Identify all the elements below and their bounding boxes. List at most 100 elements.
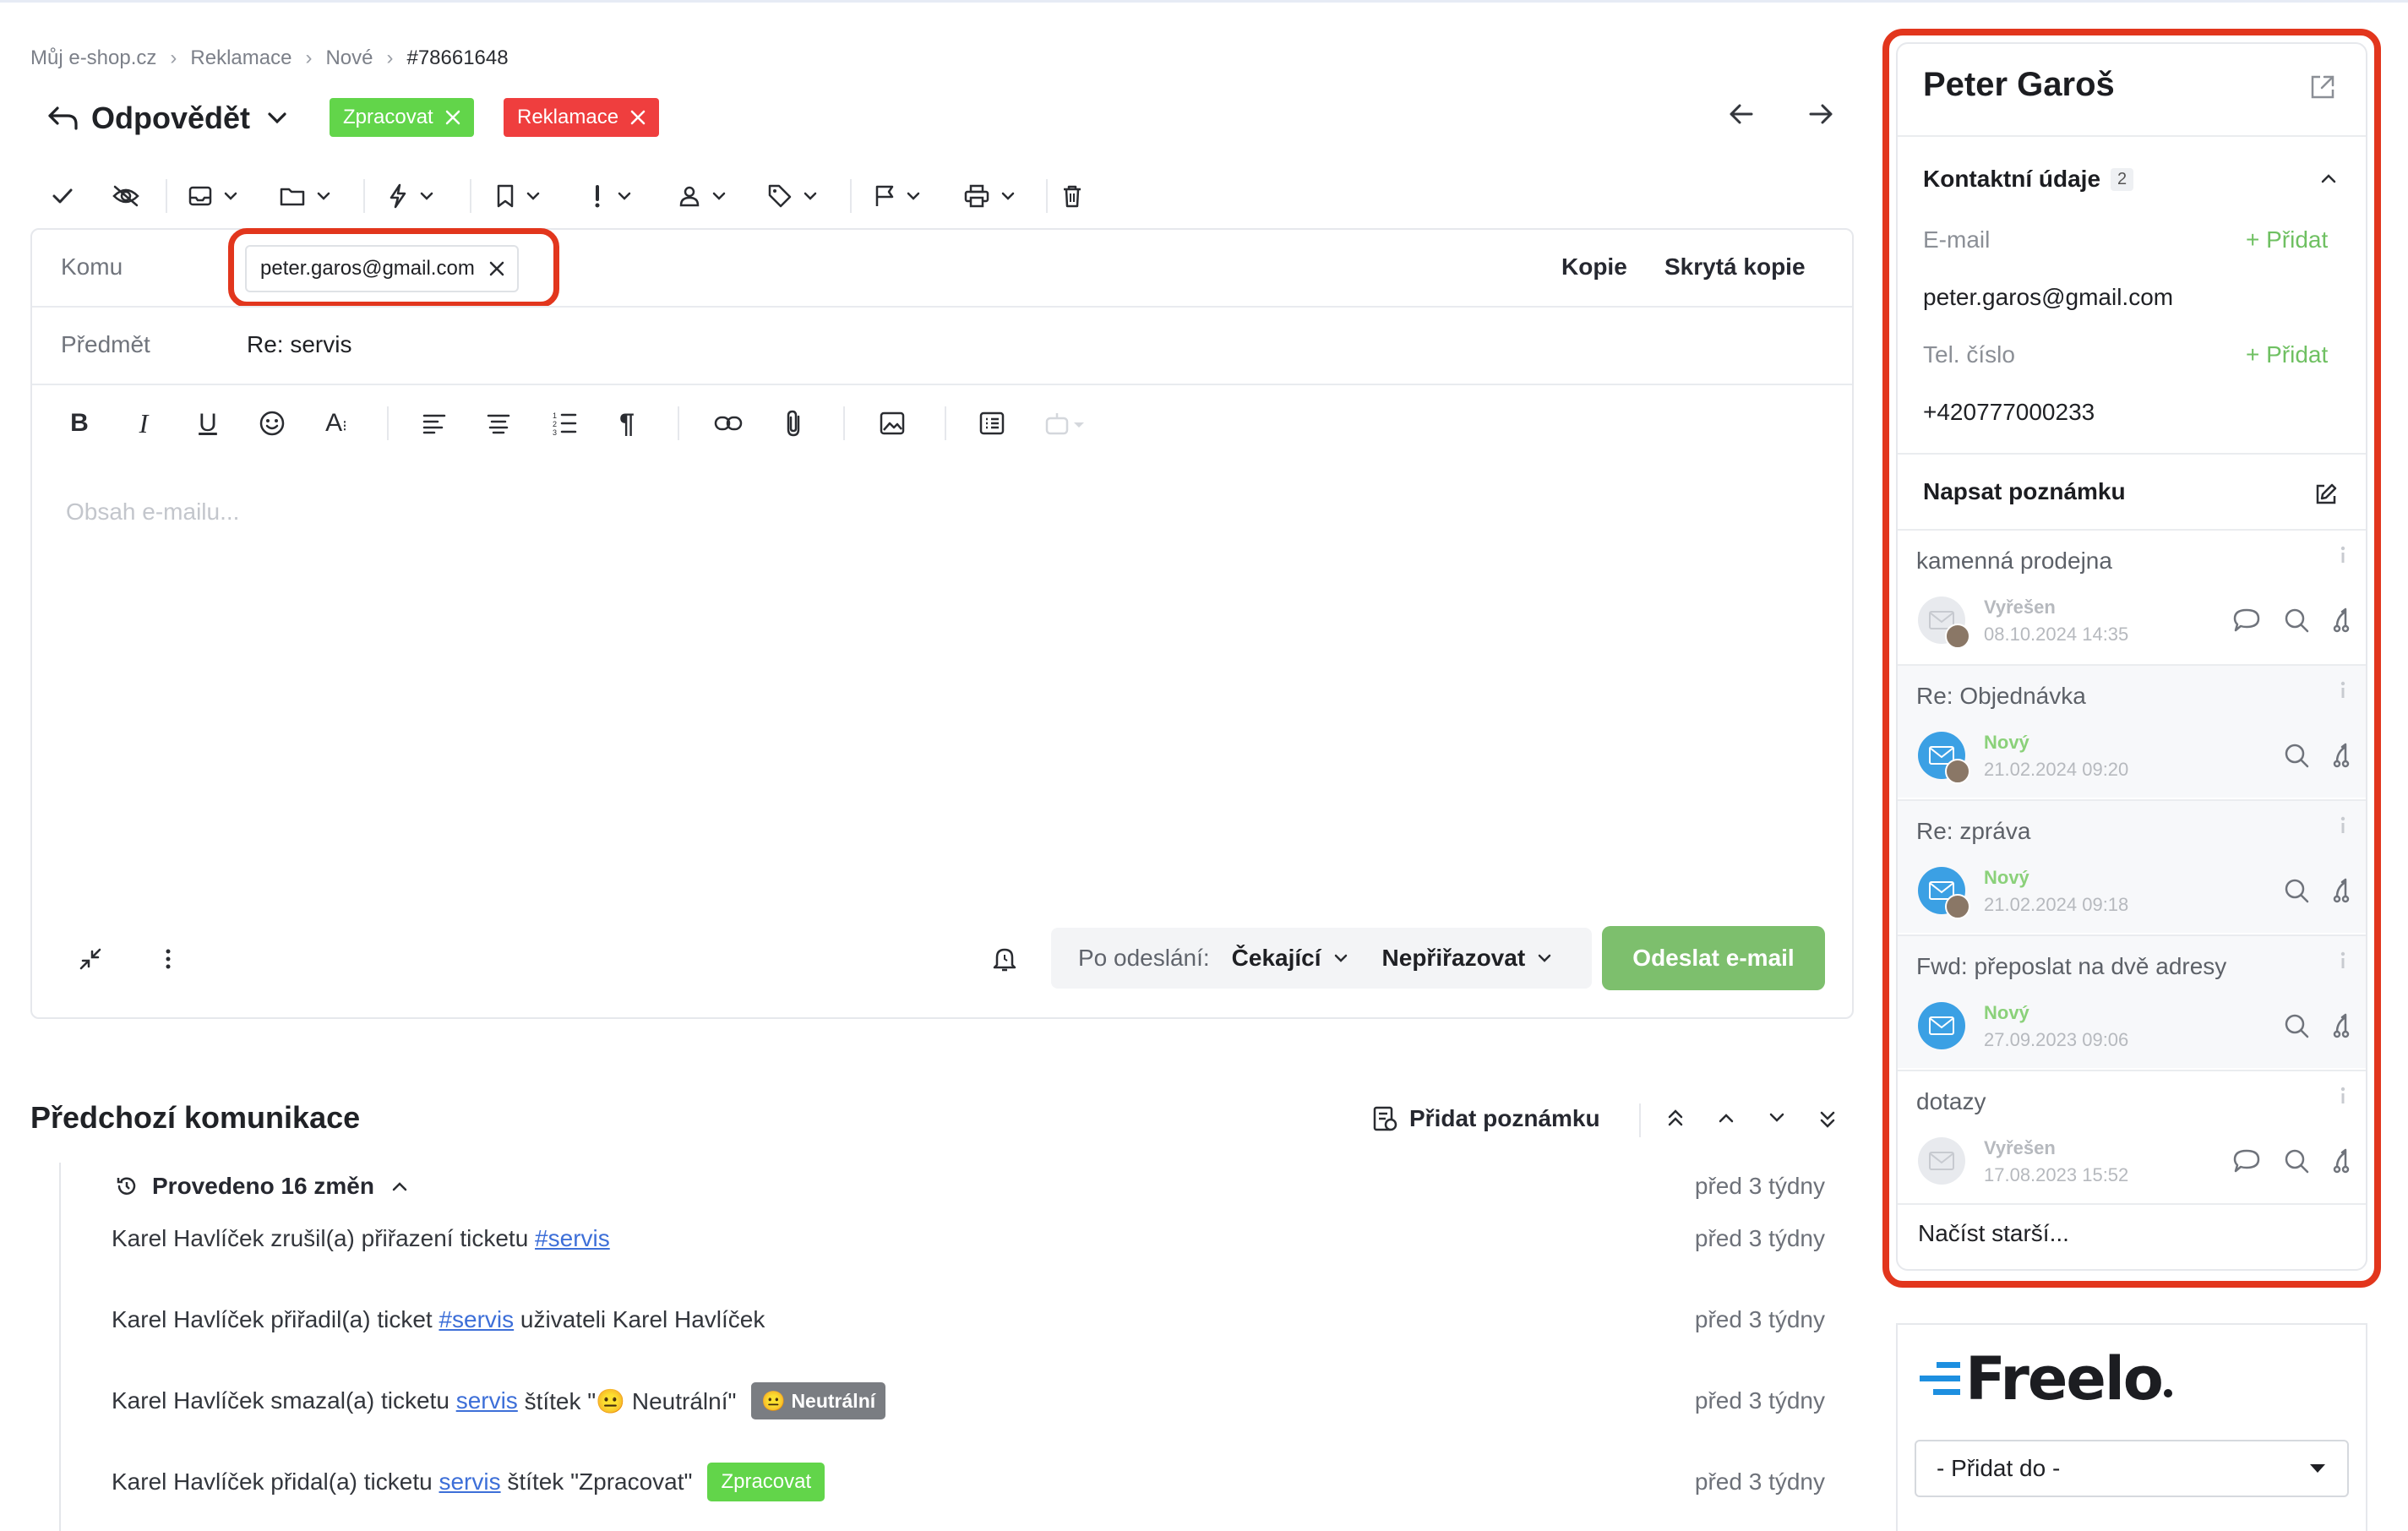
cc-button[interactable]: Kopie: [1561, 253, 1627, 281]
mark-done-button[interactable]: [51, 177, 74, 215]
collapse-all-icon[interactable]: [1666, 1107, 1685, 1131]
align-left-button[interactable]: [416, 402, 453, 444]
ai-assistant-button[interactable]: [1041, 402, 1092, 444]
freelo-add-select[interactable]: - Přidat do -: [1915, 1440, 2349, 1497]
write-note-button[interactable]: Napsat poznámku: [1923, 478, 2126, 505]
info-icon[interactable]: [2339, 1087, 2347, 1105]
previous-ticket-arrow-icon[interactable]: [1729, 103, 1754, 125]
bcc-button[interactable]: Skrytá kopie: [1664, 253, 1806, 281]
changes-toggle[interactable]: Provedeno 16 změn: [115, 1169, 408, 1203]
tag-reklamace[interactable]: Reklamace: [504, 98, 660, 137]
ticket-item[interactable]: Re: zpráva Nový 21.02.2024 09:18: [1898, 799, 2366, 933]
load-older-button[interactable]: Načíst starší...: [1918, 1220, 2069, 1247]
add-phone-button[interactable]: + Přidat: [2246, 341, 2328, 368]
chevron-up-icon[interactable]: [1717, 1109, 1735, 1127]
assign-dropdown[interactable]: Nepřiřazovat: [1382, 945, 1553, 972]
numbered-list-button[interactable]: 123: [546, 402, 583, 444]
info-icon[interactable]: [2339, 546, 2347, 564]
delete-button[interactable]: [1061, 177, 1083, 215]
entry-time: před 3 týdny: [1694, 1225, 1825, 1251]
search-icon[interactable]: [2283, 1012, 2310, 1039]
bookmark-dropdown[interactable]: [495, 177, 541, 215]
collapse-editor-icon[interactable]: [76, 945, 105, 973]
reply-label: Odpovědět: [91, 101, 251, 135]
search-icon[interactable]: [2283, 877, 2310, 904]
expand-all-icon[interactable]: [1818, 1107, 1837, 1131]
email-value[interactable]: peter.garos@gmail.com: [1923, 284, 2173, 311]
merge-icon[interactable]: [2332, 877, 2351, 904]
phone-value[interactable]: +420777000233: [1923, 399, 2095, 426]
ticket-item[interactable]: Re: Objednávka Nový 21.02.2024 09:20: [1898, 664, 2366, 798]
underline-button[interactable]: U: [189, 402, 226, 444]
emoji-button[interactable]: [253, 402, 291, 444]
print-dropdown[interactable]: [963, 177, 1016, 215]
add-note-button[interactable]: Přidat poznámku: [1372, 1100, 1600, 1137]
merge-icon[interactable]: [2332, 742, 2351, 769]
edit-note-icon[interactable]: [2313, 482, 2339, 507]
search-icon[interactable]: [2283, 742, 2310, 769]
ticket-link[interactable]: servis: [439, 1468, 500, 1496]
search-icon[interactable]: [2283, 607, 2310, 634]
merge-icon[interactable]: [2332, 1147, 2351, 1174]
add-email-button[interactable]: + Přidat: [2246, 226, 2328, 253]
automation-dropdown[interactable]: [387, 177, 434, 215]
insert-image-button[interactable]: [874, 402, 911, 444]
svg-text:2: 2: [553, 420, 557, 428]
font-size-button[interactable]: A⁝: [318, 402, 355, 444]
tags-dropdown[interactable]: [767, 177, 818, 215]
freelo-select-value: - Přidat do -: [1937, 1455, 2061, 1481]
template-button[interactable]: [973, 402, 1011, 444]
reply-dropdown[interactable]: Odpovědět: [47, 95, 287, 142]
reminder-bell-icon[interactable]: [992, 945, 1017, 973]
assignee-dropdown[interactable]: [678, 177, 727, 215]
search-icon[interactable]: [2283, 1147, 2310, 1174]
chevron-up-icon[interactable]: [2320, 172, 2337, 184]
link-button[interactable]: [710, 402, 747, 444]
email-body-editor[interactable]: Obsah e-mailu...: [66, 499, 239, 526]
info-icon[interactable]: [2339, 681, 2347, 700]
folder-dropdown[interactable]: [279, 177, 331, 215]
breadcrumb-item[interactable]: Nové: [325, 46, 373, 70]
bold-button[interactable]: B: [61, 402, 98, 444]
exclamation-icon: [591, 183, 603, 209]
paragraph-button[interactable]: ¶: [608, 402, 646, 444]
more-options-icon[interactable]: [162, 945, 174, 973]
after-send-status-dropdown[interactable]: Čekající: [1232, 945, 1348, 972]
align-center-button[interactable]: [480, 402, 517, 444]
subject-input[interactable]: Re: servis: [247, 331, 351, 358]
hide-button[interactable]: [112, 177, 140, 215]
italic-button[interactable]: I: [125, 402, 162, 444]
ticket-link[interactable]: servis: [456, 1387, 518, 1414]
inbox-dropdown[interactable]: [188, 177, 238, 215]
send-email-button[interactable]: Odeslat e-mail: [1602, 926, 1825, 990]
open-external-icon[interactable]: [2308, 73, 2337, 101]
merge-icon[interactable]: [2332, 1012, 2351, 1039]
remove-recipient-icon[interactable]: [488, 260, 505, 277]
breadcrumb-item[interactable]: Reklamace: [190, 46, 291, 70]
contact-details-toggle[interactable]: Kontaktní údaje 2: [1923, 166, 2134, 193]
info-icon[interactable]: [2339, 951, 2347, 970]
recipient-chip[interactable]: peter.garos@gmail.com: [245, 245, 519, 292]
priority-dropdown[interactable]: [591, 177, 632, 215]
next-ticket-arrow-icon[interactable]: [1808, 103, 1833, 125]
ticket-item[interactable]: kamenná prodejna Vyřešen 08.10.2024 14:3…: [1898, 529, 2366, 662]
comment-icon[interactable]: [2232, 607, 2261, 634]
remove-tag-icon[interactable]: [630, 110, 646, 125]
ticket-status: Vyřešen: [1984, 1137, 2056, 1158]
attachment-button[interactable]: [776, 402, 813, 444]
chevron-down-icon: [906, 191, 921, 201]
info-icon[interactable]: [2339, 816, 2347, 835]
ticket-link[interactable]: #servis: [535, 1225, 610, 1252]
tag-zpracovat[interactable]: Zpracovat: [330, 98, 474, 137]
flag-dropdown[interactable]: [874, 177, 921, 215]
remove-tag-icon[interactable]: [445, 110, 460, 125]
breadcrumb-item[interactable]: Můj e-shop.cz: [30, 46, 156, 70]
ticket-item[interactable]: dotazy Vyřešen 17.08.2023 15:52: [1898, 1070, 2366, 1203]
ticket-link[interactable]: #servis: [439, 1306, 514, 1333]
merge-icon[interactable]: [2332, 607, 2351, 634]
zpracovat-badge: Zpracovat: [707, 1463, 825, 1501]
ticket-item[interactable]: Fwd: přeposlat na dvě adresy Nový 27.09.…: [1898, 934, 2366, 1068]
entry-text: Karel Havlíček zrušil(a) přiřazení ticke…: [112, 1225, 536, 1251]
chevron-down-icon[interactable]: [1768, 1109, 1786, 1127]
comment-icon[interactable]: [2232, 1147, 2261, 1174]
